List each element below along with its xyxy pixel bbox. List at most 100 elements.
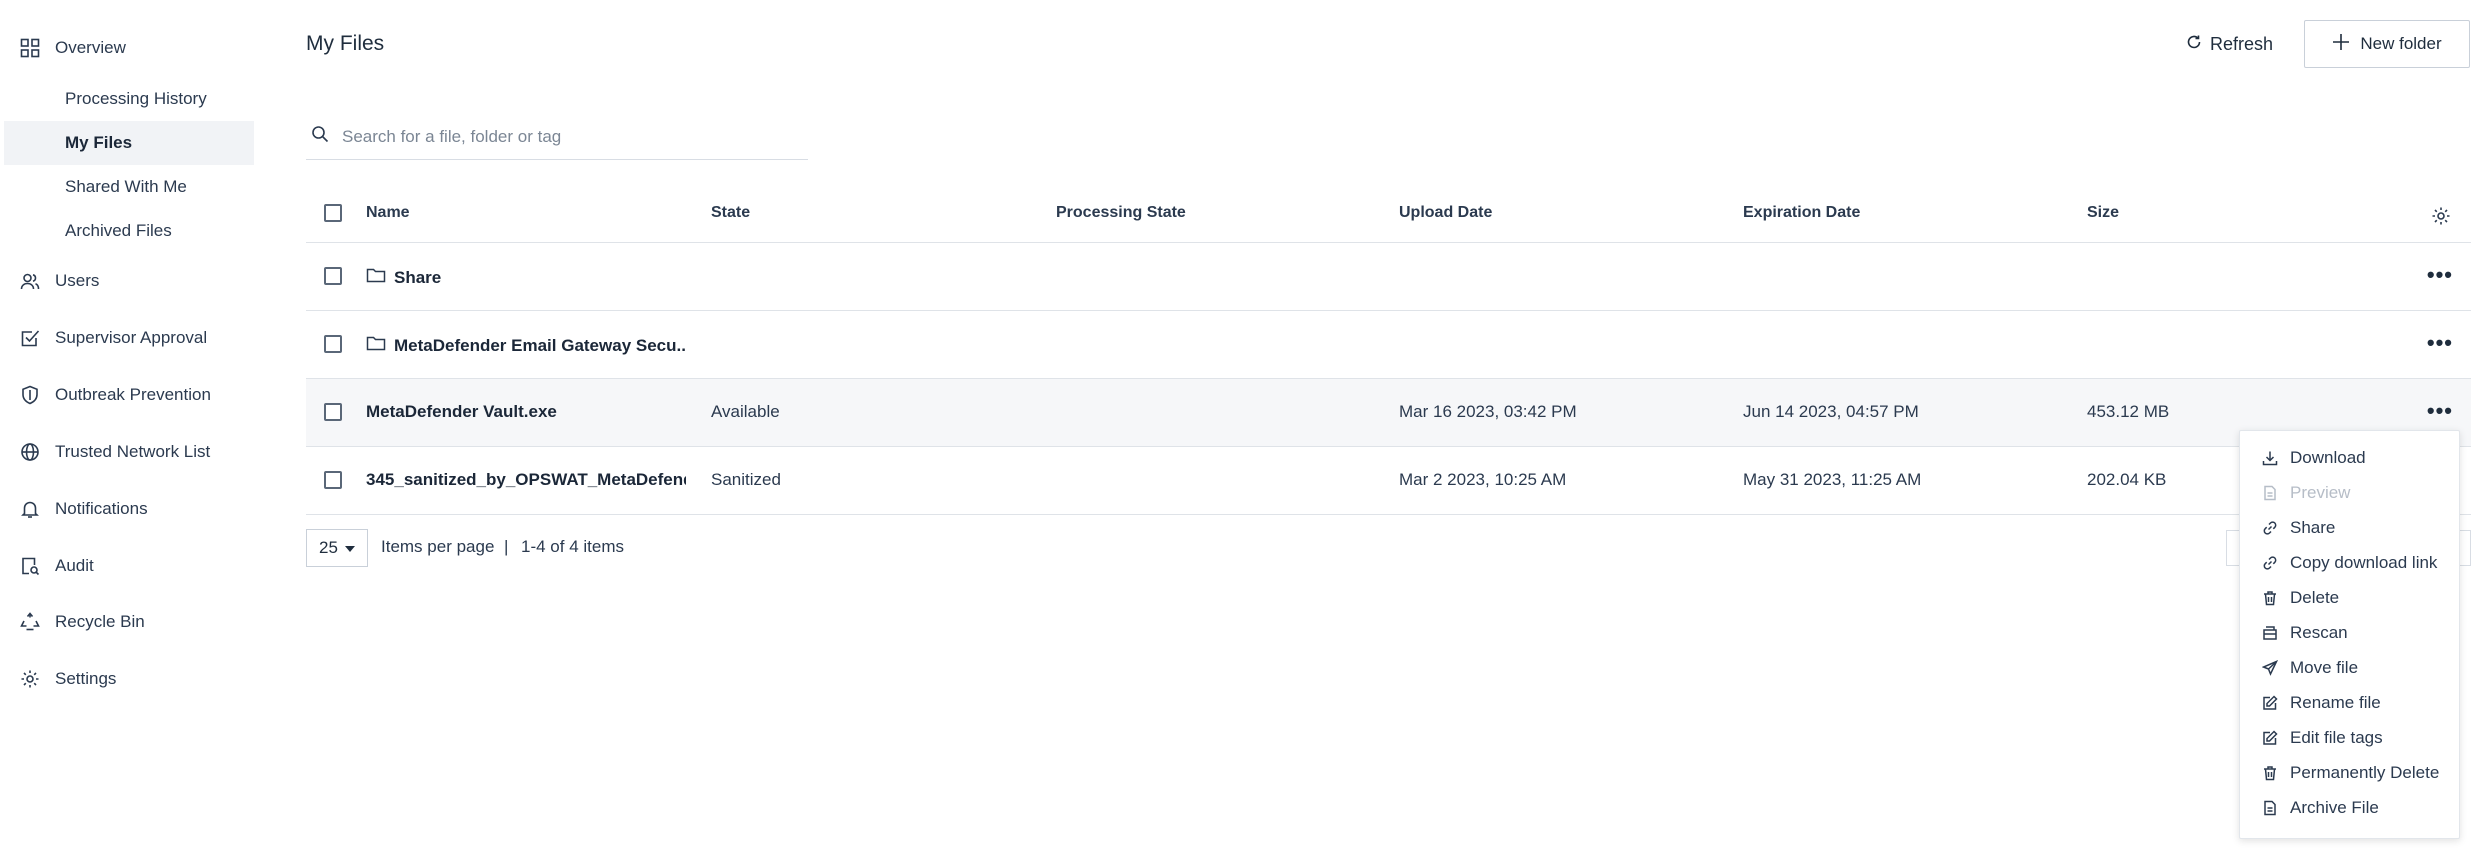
file-name-cell[interactable]: MetaDefender Email Gateway Secu... [366,334,686,357]
menu-item-preview[interactable]: Preview [2240,476,2459,510]
nav-settings[interactable]: Settings [0,659,262,699]
table-row[interactable]: Share ••• [306,243,2471,311]
size-cell: 453.12 MB [2087,402,2170,421]
row-context-menu: Download Preview Share Copy download lin… [2239,430,2460,839]
menu-item-move-file[interactable]: Move file [2240,651,2459,685]
more-actions-button[interactable]: ••• [2427,400,2453,422]
nav-overview-label: Overview [55,38,126,57]
upload-date-cell: Mar 16 2023, 03:42 PM [1399,402,1577,421]
nav-users[interactable]: Users [0,261,262,301]
nav-notifications[interactable]: Notifications [0,489,262,529]
globe-icon [19,441,41,463]
folder-icon [366,334,386,357]
nav-overview[interactable]: Overview [0,28,262,68]
nav-audit-label: Audit [55,556,94,575]
row-checkbox[interactable] [324,403,342,421]
state-cell: Sanitized [711,470,781,489]
nav-users-label: Users [55,271,100,290]
column-header-state[interactable]: State [711,204,750,222]
send-icon [2261,660,2279,676]
menu-item-label: Move file [2290,658,2359,677]
row-checkbox[interactable] [324,267,342,285]
menu-item-download[interactable]: Download [2240,441,2459,475]
nav-settings-label: Settings [55,669,117,688]
nav-audit[interactable]: Audit [0,546,262,586]
page-title: My Files [306,32,385,55]
menu-item-permanently-delete[interactable]: Permanently Delete [2240,756,2459,790]
menu-item-label: Download [2290,448,2366,467]
nav-shared-with-me-label: Shared With Me [65,177,187,196]
table-row[interactable]: MetaDefender Email Gateway Secu... ••• [306,311,2471,379]
column-header-expiration-date[interactable]: Expiration Date [1743,204,1860,222]
menu-item-archive-file[interactable]: Archive File [2240,791,2459,825]
file-name-cell[interactable]: Share [366,266,686,289]
edit-icon [2262,730,2278,746]
file-name: MetaDefender Email Gateway Secu... [394,335,686,355]
column-settings-gear-icon[interactable] [2431,206,2451,231]
menu-item-delete[interactable]: Delete [2240,581,2459,615]
table-row[interactable]: MetaDefender Vault.exe Available Mar 16 … [306,379,2471,447]
caret-down-icon [345,546,355,552]
menu-item-label: Copy download link [2290,553,2438,572]
row-checkbox[interactable] [324,471,342,489]
file-name-cell[interactable]: MetaDefender Vault.exe [366,402,686,422]
nav-outbreak-prevention-label: Outbreak Prevention [55,385,211,404]
menu-item-copy-download-link[interactable]: Copy download link [2240,546,2459,580]
trash-icon [2262,590,2278,606]
nav-recycle-bin[interactable]: Recycle Bin [0,602,262,642]
search-icon [311,125,329,148]
select-all-checkbox[interactable] [324,204,342,222]
items-per-page-select[interactable]: 25 [306,529,368,567]
recycle-icon [19,611,41,633]
file-name-cell[interactable]: 345_sanitized_by_OPSWAT_MetaDefend... [366,470,686,490]
nav-archived-files-label: Archived Files [65,221,172,240]
table-row[interactable]: 345_sanitized_by_OPSWAT_MetaDefend... Sa… [306,447,2471,515]
more-actions-button[interactable]: ••• [2427,332,2453,354]
nav-outbreak-prevention[interactable]: Outbreak Prevention [0,375,262,415]
file-name: MetaDefender Vault.exe [366,402,557,421]
size-cell: 202.04 KB [2087,470,2167,489]
column-header-name[interactable]: Name [366,204,410,222]
menu-item-label: Share [2290,518,2336,537]
search-input[interactable] [340,122,784,152]
pager-separator: | [504,537,509,556]
refresh-icon [2186,34,2202,55]
column-header-size[interactable]: Size [2087,204,2119,222]
items-per-page-value: 25 [319,538,338,557]
nav-notifications-label: Notifications [55,499,148,518]
audit-icon [19,555,41,577]
menu-item-rescan[interactable]: Rescan [2240,616,2459,650]
file-name: Share [394,267,442,287]
nav-shared-with-me[interactable]: Shared With Me [4,165,254,209]
expiration-date-cell: Jun 14 2023, 04:57 PM [1743,402,1919,421]
nav-archived-files[interactable]: Archived Files [4,209,254,253]
menu-item-share[interactable]: Share [2240,511,2459,545]
more-actions-button[interactable]: ••• [2427,264,2453,286]
nav-my-files[interactable]: My Files [4,121,254,165]
nav-processing-history[interactable]: Processing History [4,77,254,121]
refresh-label: Refresh [2210,33,2274,54]
new-folder-label: New folder [2360,34,2442,53]
nav-trusted-network-list[interactable]: Trusted Network List [0,432,262,472]
trash-icon [2262,765,2278,781]
column-header-upload-date[interactable]: Upload Date [1399,204,1492,222]
refresh-button[interactable]: Refresh [2186,24,2273,64]
checkbox-approval-icon [19,327,41,349]
column-header-processing-state[interactable]: Processing State [1056,204,1186,222]
row-checkbox[interactable] [324,335,342,353]
state-cell: Available [711,402,780,421]
users-icon [19,270,41,292]
preview-icon [2262,485,2278,501]
folder-icon [366,266,386,289]
menu-item-edit-file-tags[interactable]: Edit file tags [2240,721,2459,755]
link-icon [2262,520,2278,536]
document-icon [2262,800,2278,816]
menu-item-label: Rename file [2290,693,2381,712]
shield-icon [19,384,41,406]
upload-date-cell: Mar 2 2023, 10:25 AM [1399,470,1567,489]
menu-item-label: Edit file tags [2290,728,2383,747]
new-folder-button[interactable]: New folder [2304,20,2470,68]
menu-item-rename-file[interactable]: Rename file [2240,686,2459,720]
nav-supervisor-approval[interactable]: Supervisor Approval [0,318,262,358]
nav-my-files-label: My Files [65,133,133,152]
